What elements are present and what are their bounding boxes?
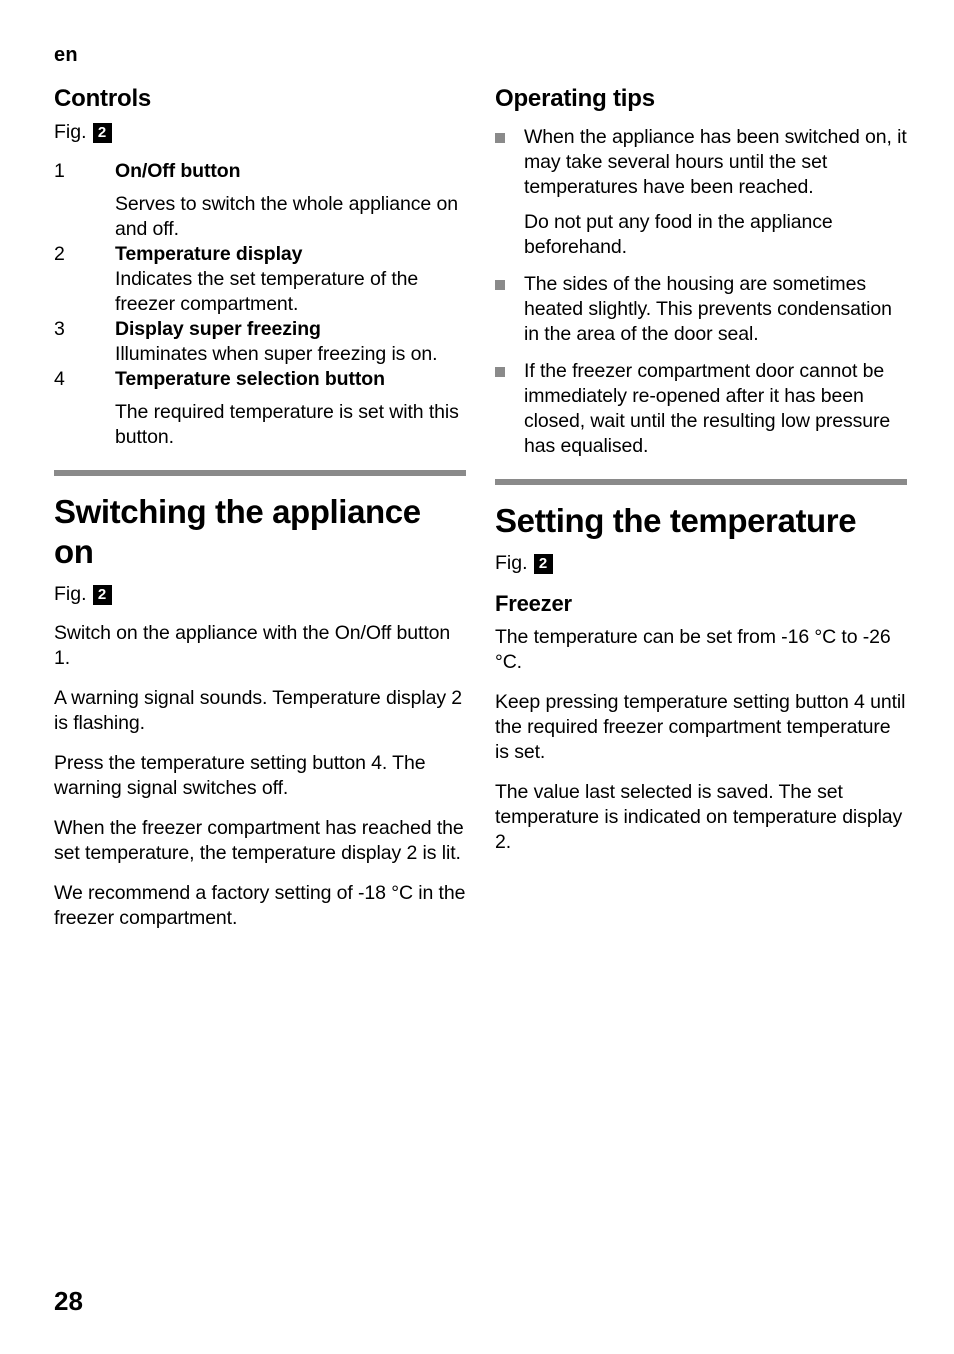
section-switching-on: Switching the appliance on Fig. 2 Switch…	[54, 470, 466, 931]
list-item: 1 On/Off button Serves to switch the who…	[54, 159, 466, 242]
page-number: 28	[54, 1286, 83, 1316]
controls-item-number: 3	[54, 318, 65, 340]
controls-heading: Controls	[54, 85, 152, 112]
square-bullet-icon	[495, 367, 505, 377]
fig-label: Fig.	[54, 583, 87, 605]
list-item: The sides of the housing are sometimes h…	[495, 272, 907, 347]
square-bullet-icon	[495, 280, 505, 290]
paragraph: Switch on the appliance with the On/Off …	[54, 622, 451, 669]
switching-on-heading: Switching the appliance on	[54, 493, 421, 570]
controls-item-term: On/Off button	[115, 160, 241, 182]
controls-figure-reference: Fig. 2	[54, 120, 466, 145]
list-item: When the appliance has been switched on,…	[495, 125, 907, 260]
paragraph: The temperature can be set from -16 °C t…	[495, 626, 891, 673]
manual-page: en Controls Fig. 2 1 On/Off button Serve…	[0, 0, 954, 1354]
controls-item-number: 4	[54, 368, 65, 390]
running-head-language: en	[54, 44, 78, 66]
list-item: If the freezer compartment door cannot b…	[495, 359, 907, 459]
section-operating-tips: Operating tips When the appliance has be…	[495, 84, 907, 459]
tip-paragraph: The sides of the housing are sometimes h…	[524, 273, 892, 345]
controls-legend-list: 1 On/Off button Serves to switch the who…	[54, 159, 466, 450]
paragraph: The value last selected is saved. The se…	[495, 781, 903, 853]
fig-number-badge: 2	[533, 553, 553, 574]
paragraph: Keep pressing temperature setting button…	[495, 691, 906, 763]
paragraph: When the freezer compartment has reached…	[54, 817, 464, 864]
controls-item-term: Display super freezing	[115, 318, 321, 340]
freezer-subheading: Freezer	[495, 591, 572, 616]
tip-paragraph: If the freezer compartment door cannot b…	[524, 360, 891, 457]
operating-tips-heading: Operating tips	[495, 85, 655, 112]
controls-item-term: Temperature selection button	[115, 368, 385, 390]
controls-item-description: The required temperature is set with thi…	[115, 401, 459, 448]
controls-item-term: Temperature display	[115, 243, 303, 265]
paragraph: We recommend a factory setting of -18 °C…	[54, 882, 466, 929]
section-setting-temperature: Setting the temperature Fig. 2 Freezer T…	[495, 479, 907, 855]
square-bullet-icon	[495, 133, 505, 143]
setting-temperature-figure-reference: Fig. 2	[495, 551, 907, 576]
operating-tips-list: When the appliance has been switched on,…	[495, 125, 907, 459]
section-divider-rule	[54, 470, 466, 476]
list-item: 4 Temperature selection button The requi…	[54, 367, 466, 450]
tip-paragraph: When the appliance has been switched on,…	[524, 126, 907, 198]
paragraph: A warning signal sounds. Temperature dis…	[54, 687, 463, 734]
controls-item-description: Illuminates when super freezing is on.	[115, 343, 438, 365]
right-column: Operating tips When the appliance has be…	[495, 84, 907, 855]
controls-item-number: 2	[54, 243, 65, 265]
section-divider-rule	[495, 479, 907, 485]
section-controls: Controls Fig. 2 1 On/Off button Serves t…	[54, 84, 466, 450]
fig-label: Fig.	[495, 552, 528, 574]
list-item: 2 Temperature display Indicates the set …	[54, 242, 466, 317]
controls-item-description: Serves to switch the whole appliance on …	[115, 193, 458, 240]
paragraph: Press the temperature setting button 4. …	[54, 752, 426, 799]
fig-number-badge: 2	[92, 122, 112, 143]
fig-label: Fig.	[54, 121, 87, 143]
controls-item-number: 1	[54, 160, 65, 182]
setting-temperature-heading: Setting the temperature	[495, 502, 857, 539]
left-column: Controls Fig. 2 1 On/Off button Serves t…	[54, 84, 466, 931]
list-item: 3 Display super freezing Illuminates whe…	[54, 317, 466, 367]
fig-number-badge: 2	[92, 584, 112, 605]
switching-on-figure-reference: Fig. 2	[54, 582, 466, 607]
tip-paragraph: Do not put any food in the appliance bef…	[524, 211, 833, 258]
controls-item-description: Indicates the set temperature of the fre…	[115, 268, 419, 315]
